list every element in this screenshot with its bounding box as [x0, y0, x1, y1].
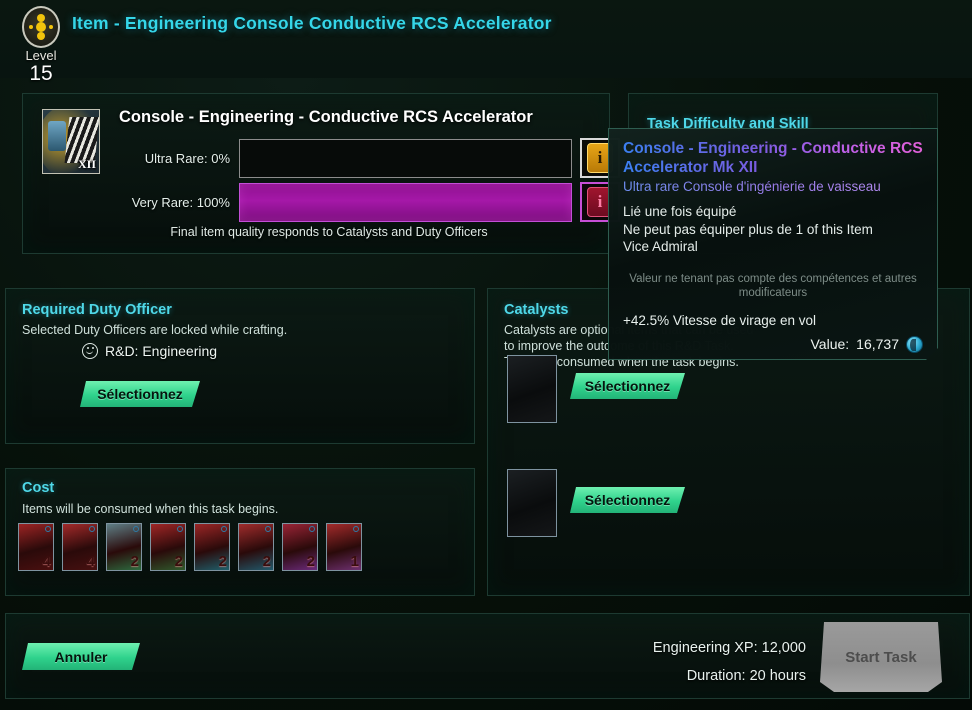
level-number: 15: [29, 62, 53, 85]
item-name: Console - Engineering - Conductive RCS A…: [119, 108, 533, 126]
very-rare-row: Very Rare: 100% i: [119, 182, 620, 222]
catalyst-1-select-button[interactable]: Sélectionnez: [570, 373, 685, 399]
cost-item-corner-icon: [45, 526, 51, 532]
cost-item-corner-icon: [353, 526, 359, 532]
tooltip-detail-line: Lié une fois équipé: [623, 204, 737, 219]
cost-item-quantity: 2: [130, 553, 139, 570]
engineering-xp-line: Engineering XP: 12,000: [652, 640, 806, 656]
duty-officer-panel: Required Duty Officer Selected Duty Offi…: [5, 288, 475, 444]
rd-task-screen: Level 15 Item - Engineering Console Cond…: [0, 0, 972, 710]
cost-item-quantity: 4: [42, 553, 51, 570]
cost-item[interactable]: 2: [238, 523, 274, 571]
catalyst-slot-1[interactable]: [507, 355, 557, 423]
cost-item-corner-icon: [221, 526, 227, 532]
tooltip-detail-line: Vice Admiral: [623, 239, 698, 254]
cost-item-quantity: 2: [306, 553, 315, 570]
page-title: Item - Engineering Console Conductive RC…: [72, 13, 552, 33]
cost-item-quantity: 2: [262, 553, 271, 570]
cost-subtitle: Items will be consumed when this task be…: [22, 502, 279, 516]
very-rare-label: Very Rare: 100%: [131, 194, 230, 210]
tooltip-note: Valeur ne tenant pas compte des compéten…: [629, 272, 917, 299]
cost-item[interactable]: 2: [150, 523, 186, 571]
dilithium-icon: [906, 336, 923, 353]
cost-item[interactable]: 4: [62, 523, 98, 571]
catalyst-slot-2[interactable]: [507, 469, 557, 537]
cost-item[interactable]: 2: [282, 523, 318, 571]
duty-officer-select-button[interactable]: Sélectionnez: [80, 381, 200, 407]
ultra-rare-label: Ultra Rare: 0%: [144, 150, 230, 166]
cancel-button[interactable]: Annuler: [22, 643, 140, 670]
ultra-rare-bar: [239, 138, 572, 178]
item-mark-label: XII: [77, 157, 96, 171]
very-rare-bar: [239, 182, 572, 222]
item-card-panel: XII Console - Engineering - Conductive R…: [22, 93, 620, 254]
item-tooltip: Console - Engineering - Conductive RCS A…: [608, 128, 938, 360]
tooltip-subtitle: Ultra rare Console d'ingénierie de vaiss…: [623, 178, 923, 196]
duty-officer-requirement: R&D: Engineering: [82, 343, 217, 359]
cost-item[interactable]: 1: [326, 523, 362, 571]
tooltip-detail-lines: Lié une fois équipé Ne peut pas équiper p…: [623, 203, 923, 256]
cost-item[interactable]: 4: [18, 523, 54, 571]
tooltip-value-label: Value:: [810, 336, 850, 352]
header-bar: Level 15 Item - Engineering Console Cond…: [0, 0, 972, 84]
cost-item-corner-icon: [89, 526, 95, 532]
tooltip-detail-line: Ne peut pas équiper plus de 1 of this It…: [623, 221, 873, 237]
cost-item[interactable]: 2: [194, 523, 230, 571]
tooltip-title: Console - Engineering - Conductive RCS A…: [623, 140, 923, 176]
level-word: Level: [25, 48, 57, 63]
level-badge: Level 15: [18, 6, 64, 84]
item-body-shape: [48, 121, 66, 151]
cost-item-list: 4 4 2 2 2 2 2 1: [18, 523, 362, 571]
cost-title: Cost: [22, 480, 55, 496]
cost-item-corner-icon: [265, 526, 271, 532]
duration-line: Duration: 20 hours: [686, 668, 806, 684]
ultra-rare-row: Ultra Rare: 0% i: [119, 138, 620, 178]
duty-officer-requirement-label: R&D: Engineering: [105, 343, 218, 359]
cost-item-quantity: 4: [86, 553, 95, 570]
tooltip-effect: +42.5% Vitesse de virage en vol: [623, 312, 817, 328]
item-quality-footnote: Final item quality responds to Catalysts…: [170, 225, 488, 239]
cost-item[interactable]: 2: [106, 523, 142, 571]
cost-item-corner-icon: [177, 526, 183, 532]
rd-circle-icon: [82, 343, 98, 359]
duty-officer-subtitle: Selected Duty Officers are locked while …: [22, 323, 288, 337]
catalyst-2-select-button[interactable]: Sélectionnez: [570, 487, 685, 513]
cost-item-corner-icon: [133, 526, 139, 532]
start-task-button[interactable]: Start Task: [820, 622, 942, 692]
cost-item-quantity: 1: [350, 553, 359, 570]
item-thumbnail-icon[interactable]: XII: [42, 109, 100, 174]
tooltip-value-row: Value: 16,737: [623, 336, 923, 353]
tooltip-value-amount: 16,737: [856, 336, 899, 352]
cost-item-quantity: 2: [218, 553, 227, 570]
cost-item-quantity: 2: [174, 553, 183, 570]
task-reward-info: Engineering XP: 12,000 Duration: 20 hour…: [653, 634, 806, 690]
duty-officer-title: Required Duty Officer: [22, 302, 172, 318]
cost-item-corner-icon: [309, 526, 315, 532]
level-emblem-icon: [22, 6, 60, 48]
catalysts-title: Catalysts: [504, 302, 569, 318]
